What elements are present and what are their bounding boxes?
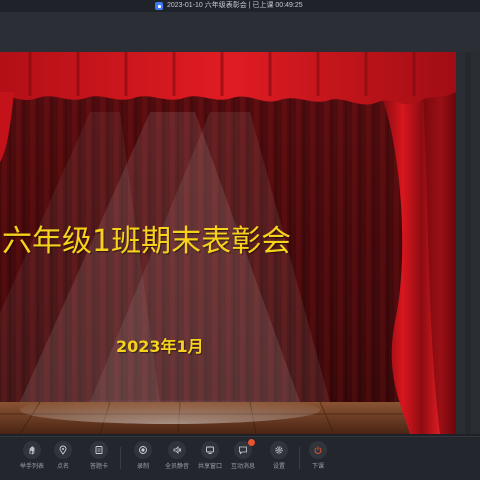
slide-date: 2023年1月: [116, 337, 204, 356]
screen-share-icon: [201, 441, 219, 459]
notification-badge: [248, 439, 255, 446]
interactive-messages-label: 互动消息: [230, 464, 255, 470]
end-class-label: 下课: [311, 464, 324, 470]
share-window-label: 共享窗口: [197, 464, 222, 470]
bottom-toolbar: 举手列表 点名 答题卡 录制 全员静音 共享窗口 互动消息 设置 下课: [0, 436, 480, 480]
settings-label: 设置: [272, 464, 285, 470]
answer-card-button[interactable]: 答题卡: [79, 441, 119, 477]
window-title: 2023-01-10 六年级表彰会 | 已上课 00:49:25: [167, 2, 303, 9]
shield-icon: [155, 2, 163, 10]
record-label: 录制: [136, 464, 149, 470]
interactive-messages-button[interactable]: 互动消息: [223, 439, 263, 477]
mute-icon: [168, 441, 186, 459]
end-class-button[interactable]: 下课: [298, 441, 338, 477]
answer-card-label: 答题卡: [89, 464, 108, 470]
power-icon: [309, 441, 327, 459]
title-bar: 2023-01-10 六年级表彰会 | 已上课 00:49:25: [0, 0, 480, 12]
location-pin-icon: [54, 441, 72, 459]
card-icon: [90, 441, 108, 459]
hand-list-label: 举手列表: [19, 464, 44, 470]
header-band: [0, 12, 480, 52]
record-icon: [134, 441, 152, 459]
classroom-window: 2023-01-10 六年级表彰会 | 已上课 00:49:25 六年级1班期末…: [0, 0, 480, 480]
presentation-slide: 六年级1班期末表彰会 2023年1月: [0, 52, 456, 434]
slide-title: 六年级1班期末表彰会: [2, 224, 292, 259]
roll-call-label: 点名: [56, 464, 69, 470]
mute-all-label: 全员静音: [164, 464, 189, 470]
toolbar-divider: [120, 447, 121, 469]
chat-icon: [234, 439, 255, 459]
roll-call-button[interactable]: 点名: [43, 441, 83, 477]
gear-icon: [270, 441, 288, 459]
settings-button[interactable]: 设置: [259, 441, 299, 477]
scrollbar[interactable]: [465, 52, 471, 434]
side-panel: [456, 52, 480, 434]
hand-icon: [23, 441, 41, 459]
